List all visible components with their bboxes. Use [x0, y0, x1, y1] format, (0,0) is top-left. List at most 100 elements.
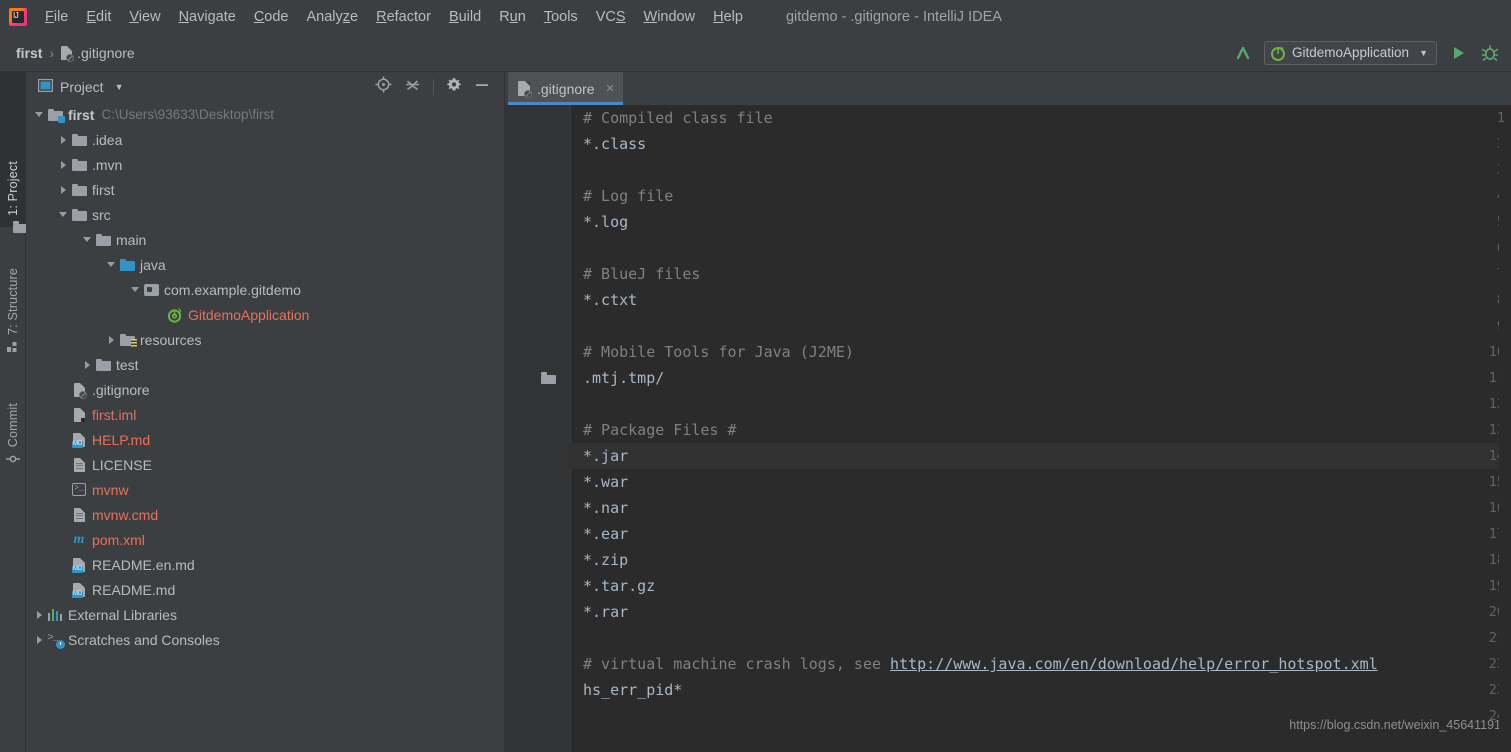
tree-node-pom-xml[interactable]: m pom.xml: [26, 527, 504, 552]
tree-node-label: src: [92, 206, 111, 223]
chevron-down-icon[interactable]: [104, 262, 118, 267]
close-icon[interactable]: ×: [606, 81, 615, 96]
sidebar-tab-project[interactable]: 1: Project: [0, 72, 28, 233]
code-line[interactable]: # virtual machine crash logs, see http:/…: [583, 651, 1378, 677]
sidebar-tab-commit-label: Commit: [6, 402, 20, 447]
tree-node-src[interactable]: src: [26, 202, 504, 227]
tree-node-java[interactable]: java: [26, 252, 504, 277]
menu-item-navigate[interactable]: Navigate: [170, 5, 245, 29]
run-configuration-selector[interactable]: GitdemoApplication ▼: [1264, 40, 1437, 65]
code-line[interactable]: *.jar: [583, 443, 628, 469]
chevron-right-icon[interactable]: [104, 335, 118, 344]
chevron-right-icon[interactable]: [80, 360, 94, 369]
code-line[interactable]: # Log file: [583, 183, 673, 209]
chevron-right-icon[interactable]: [32, 635, 46, 644]
gear-icon[interactable]: [446, 77, 462, 98]
menu-item-analyze[interactable]: Analyze: [298, 5, 368, 29]
tree-node-test[interactable]: test: [26, 352, 504, 377]
editor-tab-gitignore[interactable]: .gitignore ×: [508, 72, 624, 105]
tree-node-mvnw-cmd[interactable]: mvnw.cmd: [26, 502, 504, 527]
code-line[interactable]: *.nar: [583, 495, 628, 521]
tree-node-scratches-and-consoles[interactable]: >_ Scratches and Consoles: [26, 627, 504, 652]
code-line[interactable]: # Compiled class file: [583, 105, 773, 131]
menu-item-view[interactable]: View: [120, 5, 169, 29]
code-line[interactable]: # Package Files #: [583, 417, 737, 443]
chevron-down-icon[interactable]: [80, 237, 94, 242]
tree-node-main[interactable]: main: [26, 227, 504, 252]
tree-node-external-libraries[interactable]: External Libraries: [26, 602, 504, 627]
menu-item-vcs[interactable]: VCS: [587, 5, 635, 29]
breadcrumb-item-project[interactable]: first: [12, 43, 46, 63]
update-project-icon[interactable]: [1232, 42, 1254, 64]
code-line[interactable]: *.tar.gz: [583, 573, 655, 599]
menu-item-file[interactable]: File: [36, 5, 77, 29]
tree-node-first[interactable]: first C:\Users\93633\Desktop\first: [26, 102, 504, 127]
menu-item-edit[interactable]: Edit: [77, 5, 120, 29]
tree-node-label: External Libraries: [68, 606, 177, 623]
chevron-right-icon[interactable]: [32, 610, 46, 619]
folder-icon: [70, 208, 88, 221]
navigation-bar: first › .gitignore GitdemoApplication ▼: [0, 34, 1511, 72]
code-editor[interactable]: 123456789101112131415161718192021222324 …: [505, 105, 1511, 752]
chevron-down-icon[interactable]: [128, 287, 142, 292]
tree-node-readme-en-md[interactable]: MD README.en.md: [26, 552, 504, 577]
menu-item-help[interactable]: Help: [704, 5, 752, 29]
project-panel-title[interactable]: Project ▼: [37, 78, 124, 95]
tree-node-label: main: [116, 231, 147, 248]
chevron-right-icon[interactable]: [56, 160, 70, 169]
sidebar-tab-commit[interactable]: Commit: [0, 367, 26, 475]
code-line[interactable]: # BlueJ files: [583, 261, 700, 287]
code-line[interactable]: *.log: [583, 209, 628, 235]
code-line[interactable]: .mtj.tmp/: [583, 365, 664, 391]
menu-item-window[interactable]: Window: [635, 5, 705, 29]
menu-item-run[interactable]: Run: [490, 5, 535, 29]
menu-item-build[interactable]: Build: [440, 5, 490, 29]
chevron-down-icon: ▼: [1419, 47, 1428, 58]
project-view-icon: [37, 78, 54, 95]
run-button[interactable]: [1447, 42, 1469, 64]
tree-node-first[interactable]: first: [26, 177, 504, 202]
hide-icon[interactable]: [474, 77, 490, 98]
tree-node-label: Scratches and Consoles: [68, 631, 220, 648]
tree-node-help-md[interactable]: MD HELP.md: [26, 427, 504, 452]
sidebar-tab-structure[interactable]: 7: Structure: [0, 232, 26, 362]
code-line[interactable]: *.ctxt: [583, 287, 637, 313]
code-content[interactable]: # Compiled class file *.class # Log file *.…: [505, 105, 1511, 752]
chevron-right-icon[interactable]: [56, 135, 70, 144]
chevron-right-icon[interactable]: [56, 185, 70, 194]
menu-item-code[interactable]: Code: [245, 5, 298, 29]
tree-node-com-example-gitdemo[interactable]: com.example.gitdemo: [26, 277, 504, 302]
tree-node-license[interactable]: LICENSE: [26, 452, 504, 477]
tree-node-first-iml[interactable]: first.iml: [26, 402, 504, 427]
tree-node--gitignore[interactable]: .gitignore: [26, 377, 504, 402]
breadcrumb-item-file[interactable]: .gitignore: [57, 43, 139, 63]
project-tree[interactable]: first C:\Users\93633\Desktop\first .idea .m…: [26, 102, 504, 752]
code-line[interactable]: *.ear: [583, 521, 628, 547]
debug-button[interactable]: [1479, 42, 1501, 64]
toolbar-divider: [433, 79, 434, 95]
project-panel-header: Project ▼: [26, 72, 504, 102]
tree-node-gitdemoapplication[interactable]: GitdemoApplication: [26, 302, 504, 327]
code-line[interactable]: *.zip: [583, 547, 628, 573]
chevron-down-icon[interactable]: [32, 112, 46, 117]
tree-node--mvn[interactable]: .mvn: [26, 152, 504, 177]
code-line[interactable]: # Mobile Tools for Java (J2ME): [583, 339, 854, 365]
tree-node--idea[interactable]: .idea: [26, 127, 504, 152]
code-line[interactable]: *.rar: [583, 599, 628, 625]
tree-node-readme-md[interactable]: MD README.md: [26, 577, 504, 602]
tree-node-mvnw[interactable]: >_ mvnw: [26, 477, 504, 502]
code-line-link[interactable]: http://www.java.com/en/download/help/err…: [890, 655, 1378, 673]
code-line[interactable]: *.war: [583, 469, 628, 495]
external-libraries-icon: [46, 608, 64, 621]
code-line[interactable]: *.class: [583, 131, 646, 157]
select-opened-file-icon[interactable]: [375, 76, 392, 98]
chevron-down-icon[interactable]: [56, 212, 70, 217]
menu-item-refactor[interactable]: Refactor: [367, 5, 440, 29]
code-line[interactable]: hs_err_pid*: [583, 677, 682, 703]
editor-scrollbar[interactable]: [1499, 138, 1511, 752]
collapse-all-icon[interactable]: [404, 76, 421, 98]
breadcrumb-separator: ›: [49, 44, 55, 61]
tree-node-resources[interactable]: resources: [26, 327, 504, 352]
menu-item-tools[interactable]: Tools: [535, 5, 587, 29]
resource-folder-icon: [118, 333, 137, 347]
